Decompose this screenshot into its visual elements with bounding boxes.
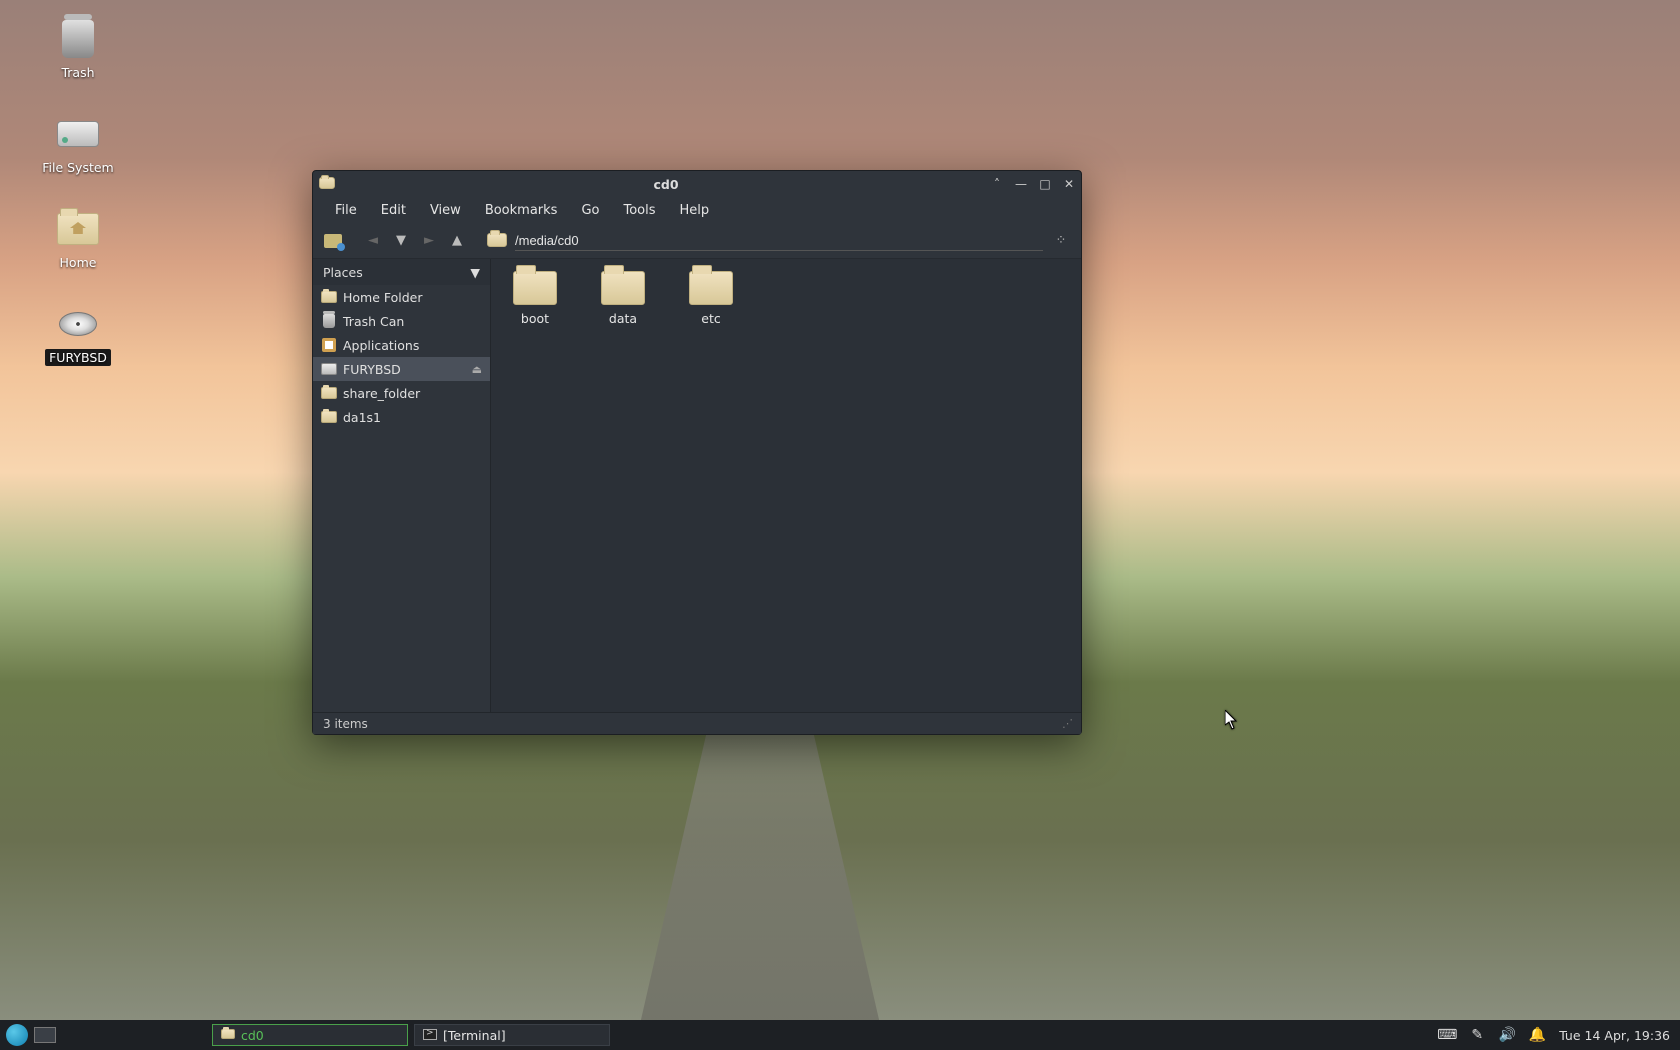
desktop-icon-label: Trash [57, 64, 98, 81]
desktop-icon-label: FURYBSD [45, 349, 111, 366]
folder-icon [601, 271, 645, 305]
menu-go[interactable]: Go [569, 199, 611, 222]
file-name: etc [701, 311, 720, 326]
desktop-icon-home[interactable]: Home [18, 208, 138, 271]
disc-icon [57, 303, 99, 345]
forward-button[interactable]: ► [419, 231, 439, 251]
desktop-icon-furybsd[interactable]: FURYBSD [18, 303, 138, 366]
cursor-icon [1225, 710, 1239, 730]
clock[interactable]: Tue 14 Apr, 19:36 [1559, 1028, 1674, 1043]
task-label: [Terminal] [443, 1028, 506, 1043]
folder-item-data[interactable]: data [591, 271, 655, 326]
eject-icon[interactable]: ⏏ [472, 363, 482, 376]
sidebar-item-applications[interactable]: Applications [313, 333, 490, 357]
drive-icon [321, 362, 337, 376]
sidebar-item-label: Applications [343, 338, 419, 353]
path-input[interactable] [515, 231, 1043, 251]
folder-icon [487, 233, 507, 249]
desktop-icon-trash[interactable]: Trash [18, 18, 138, 81]
chevron-down-icon: ▼ [470, 265, 480, 280]
status-text: 3 items [323, 717, 368, 731]
file-name: boot [521, 311, 549, 326]
menubar: File Edit View Bookmarks Go Tools Help [313, 197, 1081, 223]
show-desktop-button[interactable] [34, 1027, 56, 1043]
sidebar-item-da1s1[interactable]: da1s1 [313, 405, 490, 429]
file-name: data [609, 311, 637, 326]
shade-button[interactable]: ˄ [991, 178, 1003, 190]
folder-item-boot[interactable]: boot [503, 271, 567, 326]
statusbar: 3 items ⋰ [313, 712, 1081, 734]
folder-item-etc[interactable]: etc [679, 271, 743, 326]
menu-tools[interactable]: Tools [611, 199, 667, 222]
drive-icon [57, 113, 99, 155]
sidebar-item-home[interactable]: Home Folder [313, 285, 490, 309]
desktop-icon-filesystem[interactable]: File System [18, 113, 138, 176]
sidebar-item-trash[interactable]: Trash Can [313, 309, 490, 333]
notifications-icon[interactable]: 🔔 [1529, 1027, 1545, 1043]
network-icon[interactable]: ✎ [1469, 1027, 1485, 1043]
resize-grip[interactable]: ⋰ [1062, 717, 1071, 730]
sidebar-item-label: da1s1 [343, 410, 381, 425]
terminal-icon [423, 1029, 437, 1041]
desktop-icon-label: Home [56, 254, 101, 271]
folder-icon [321, 290, 337, 304]
system-tray: ⌨ ✎ 🔊 🔔 Tue 14 Apr, 19:36 [1439, 1027, 1674, 1043]
menu-file[interactable]: File [323, 199, 369, 222]
sidebar-header-label: Places [323, 265, 363, 280]
sidebar-item-label: Home Folder [343, 290, 423, 305]
up-button[interactable]: ▲ [447, 231, 467, 251]
sidebar-item-furybsd[interactable]: FURYBSD ⏏ [313, 357, 490, 381]
task-cd0[interactable]: cd0 [212, 1024, 408, 1046]
menu-bookmarks[interactable]: Bookmarks [473, 199, 570, 222]
applications-icon [321, 338, 337, 352]
menu-view[interactable]: View [418, 199, 473, 222]
sidebar-item-label: FURYBSD [343, 362, 401, 377]
toolbar: ◄ ▼ ► ▲ ⁘ [313, 223, 1081, 259]
desktop-icon-label: File System [38, 159, 118, 176]
task-label: cd0 [241, 1028, 264, 1043]
path-tools-button[interactable]: ⁘ [1051, 231, 1071, 251]
new-tab-button[interactable] [323, 231, 343, 251]
menu-help[interactable]: Help [668, 199, 722, 222]
keyboard-icon[interactable]: ⌨ [1439, 1027, 1455, 1043]
close-button[interactable]: ✕ [1063, 178, 1075, 190]
folder-icon [319, 177, 335, 191]
task-list: cd0 [Terminal] [212, 1024, 610, 1046]
folder-icon [513, 271, 557, 305]
sidebar: Places ▼ Home Folder Trash Can Applicati… [313, 259, 491, 712]
folder-icon [221, 1029, 235, 1041]
sidebar-header[interactable]: Places ▼ [313, 259, 490, 285]
trash-icon [321, 314, 337, 328]
desktop-icons: Trash File System Home FURYBSD [18, 18, 138, 398]
taskbar: cd0 [Terminal] ⌨ ✎ 🔊 🔔 Tue 14 Apr, 19:36 [0, 1020, 1680, 1050]
menu-edit[interactable]: Edit [369, 199, 418, 222]
app-menu-button[interactable] [6, 1024, 28, 1046]
titlebar[interactable]: cd0 ˄ — □ ✕ [313, 171, 1081, 197]
folder-icon [321, 410, 337, 424]
file-manager-window: cd0 ˄ — □ ✕ File Edit View Bookmarks Go … [312, 170, 1082, 735]
window-title: cd0 [341, 177, 991, 192]
sidebar-item-label: Trash Can [343, 314, 404, 329]
sidebar-item-share-folder[interactable]: share_folder [313, 381, 490, 405]
minimize-button[interactable]: — [1015, 178, 1027, 190]
trash-icon [57, 18, 99, 60]
folder-icon [689, 271, 733, 305]
volume-icon[interactable]: 🔊 [1499, 1027, 1515, 1043]
back-button[interactable]: ◄ [363, 231, 383, 251]
maximize-button[interactable]: □ [1039, 178, 1051, 190]
history-dropdown-button[interactable]: ▼ [391, 231, 411, 251]
sidebar-item-label: share_folder [343, 386, 420, 401]
task-terminal[interactable]: [Terminal] [414, 1024, 610, 1046]
file-view[interactable]: boot data etc [491, 259, 1081, 712]
home-folder-icon [57, 208, 99, 250]
folder-icon [321, 386, 337, 400]
